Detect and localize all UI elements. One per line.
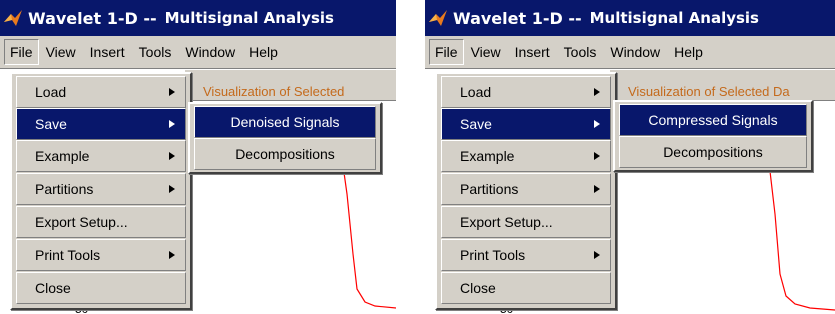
submenu-arrow-icon bbox=[594, 120, 600, 128]
menu-tools[interactable]: Tools bbox=[132, 40, 179, 64]
menu-bar: File View Insert Tools Window Help bbox=[425, 36, 835, 69]
submenu-arrow-icon bbox=[594, 152, 600, 160]
submenu-arrow-icon bbox=[594, 185, 600, 193]
menu-item-label: Save bbox=[460, 116, 492, 132]
menu-item-example[interactable]: Example bbox=[16, 140, 186, 172]
submenu-item-compressed-signals[interactable]: Compressed Signals bbox=[619, 104, 807, 136]
menu-insert[interactable]: Insert bbox=[508, 40, 557, 64]
menu-item-export-setup[interactable]: Export Setup... bbox=[16, 206, 186, 238]
menu-item-label: Partitions bbox=[35, 181, 94, 197]
submenu-arrow-icon bbox=[594, 251, 600, 259]
menu-item-label: Example bbox=[460, 148, 515, 164]
visualization-label: Visualization of Selected Da bbox=[628, 84, 790, 99]
submenu-arrow-icon bbox=[594, 88, 600, 96]
screenshot-right: Wavelet 1-D -- Multisignal Analysis File… bbox=[425, 0, 835, 314]
menu-item-label: Print Tools bbox=[35, 247, 101, 263]
menu-item-close[interactable]: Close bbox=[16, 272, 186, 304]
submenu-arrow-icon bbox=[169, 152, 175, 160]
menu-file[interactable]: File bbox=[429, 39, 464, 65]
menu-item-close[interactable]: Close bbox=[441, 272, 611, 304]
menu-window[interactable]: Window bbox=[178, 40, 242, 64]
menu-item-label: Print Tools bbox=[460, 247, 526, 263]
title-bar: Wavelet 1-D -- Multisignal Analysis bbox=[425, 0, 835, 36]
submenu-arrow-icon bbox=[169, 88, 175, 96]
submenu-item-denoised-signals[interactable]: Denoised Signals bbox=[194, 106, 376, 138]
menu-help[interactable]: Help bbox=[667, 40, 710, 64]
window-title: Wavelet 1-D -- bbox=[28, 8, 157, 28]
matlab-logo-icon bbox=[429, 10, 447, 26]
menu-item-label: Partitions bbox=[460, 181, 519, 197]
menu-bar: File View Insert Tools Window Help bbox=[0, 36, 396, 69]
window-title: Wavelet 1-D -- bbox=[453, 8, 582, 28]
window-title-sub: Multisignal Analysis bbox=[589, 9, 759, 27]
menu-item-print-tools[interactable]: Print Tools bbox=[441, 239, 611, 271]
menu-tools[interactable]: Tools bbox=[557, 40, 604, 64]
menu-insert[interactable]: Insert bbox=[83, 40, 132, 64]
visualization-header: Visualization of Selected Da bbox=[610, 70, 835, 101]
menu-file[interactable]: File bbox=[4, 39, 39, 65]
menu-view[interactable]: View bbox=[464, 40, 508, 64]
menu-item-label: Close bbox=[460, 280, 496, 296]
menu-item-label: Export Setup... bbox=[35, 214, 128, 230]
submenu-arrow-icon bbox=[169, 120, 175, 128]
submenu-item-decompositions[interactable]: Decompositions bbox=[619, 136, 807, 168]
menu-item-load[interactable]: Load bbox=[16, 76, 186, 108]
file-menu: Load Save Example Partitions Export Setu… bbox=[10, 72, 192, 310]
matlab-logo-icon bbox=[4, 10, 22, 26]
title-bar: Wavelet 1-D -- Multisignal Analysis bbox=[0, 0, 396, 36]
file-menu: Load Save Example Partitions Export Setu… bbox=[435, 72, 617, 310]
menu-item-save[interactable]: Save bbox=[16, 108, 186, 140]
menu-item-partitions[interactable]: Partitions bbox=[16, 173, 186, 205]
menu-item-label: Save bbox=[35, 116, 67, 132]
window-title-sub: Multisignal Analysis bbox=[164, 9, 334, 27]
menu-window[interactable]: Window bbox=[603, 40, 667, 64]
menu-item-example[interactable]: Example bbox=[441, 140, 611, 172]
menu-item-export-setup[interactable]: Export Setup... bbox=[441, 206, 611, 238]
submenu-item-decompositions[interactable]: Decompositions bbox=[194, 138, 376, 170]
menu-item-print-tools[interactable]: Print Tools bbox=[16, 239, 186, 271]
menu-item-label: Load bbox=[35, 84, 67, 100]
menu-item-partitions[interactable]: Partitions bbox=[441, 173, 611, 205]
menu-item-label: Close bbox=[35, 280, 71, 296]
menu-view[interactable]: View bbox=[39, 40, 83, 64]
submenu-arrow-icon bbox=[169, 251, 175, 259]
menu-item-label: Example bbox=[35, 148, 90, 164]
visualization-header: Visualization of Selected bbox=[185, 70, 396, 101]
submenu-arrow-icon bbox=[169, 185, 175, 193]
screenshot-left: Wavelet 1-D -- Multisignal Analysis File… bbox=[0, 0, 396, 314]
menu-item-load[interactable]: Load bbox=[441, 76, 611, 108]
save-submenu: Compressed Signals Decompositions bbox=[613, 100, 813, 172]
menu-help[interactable]: Help bbox=[242, 40, 285, 64]
menu-item-label: Export Setup... bbox=[460, 214, 553, 230]
menu-item-save[interactable]: Save bbox=[441, 108, 611, 140]
menu-item-label: Load bbox=[460, 84, 492, 100]
visualization-label: Visualization of Selected bbox=[203, 84, 345, 99]
save-submenu: Denoised Signals Decompositions bbox=[188, 102, 382, 174]
